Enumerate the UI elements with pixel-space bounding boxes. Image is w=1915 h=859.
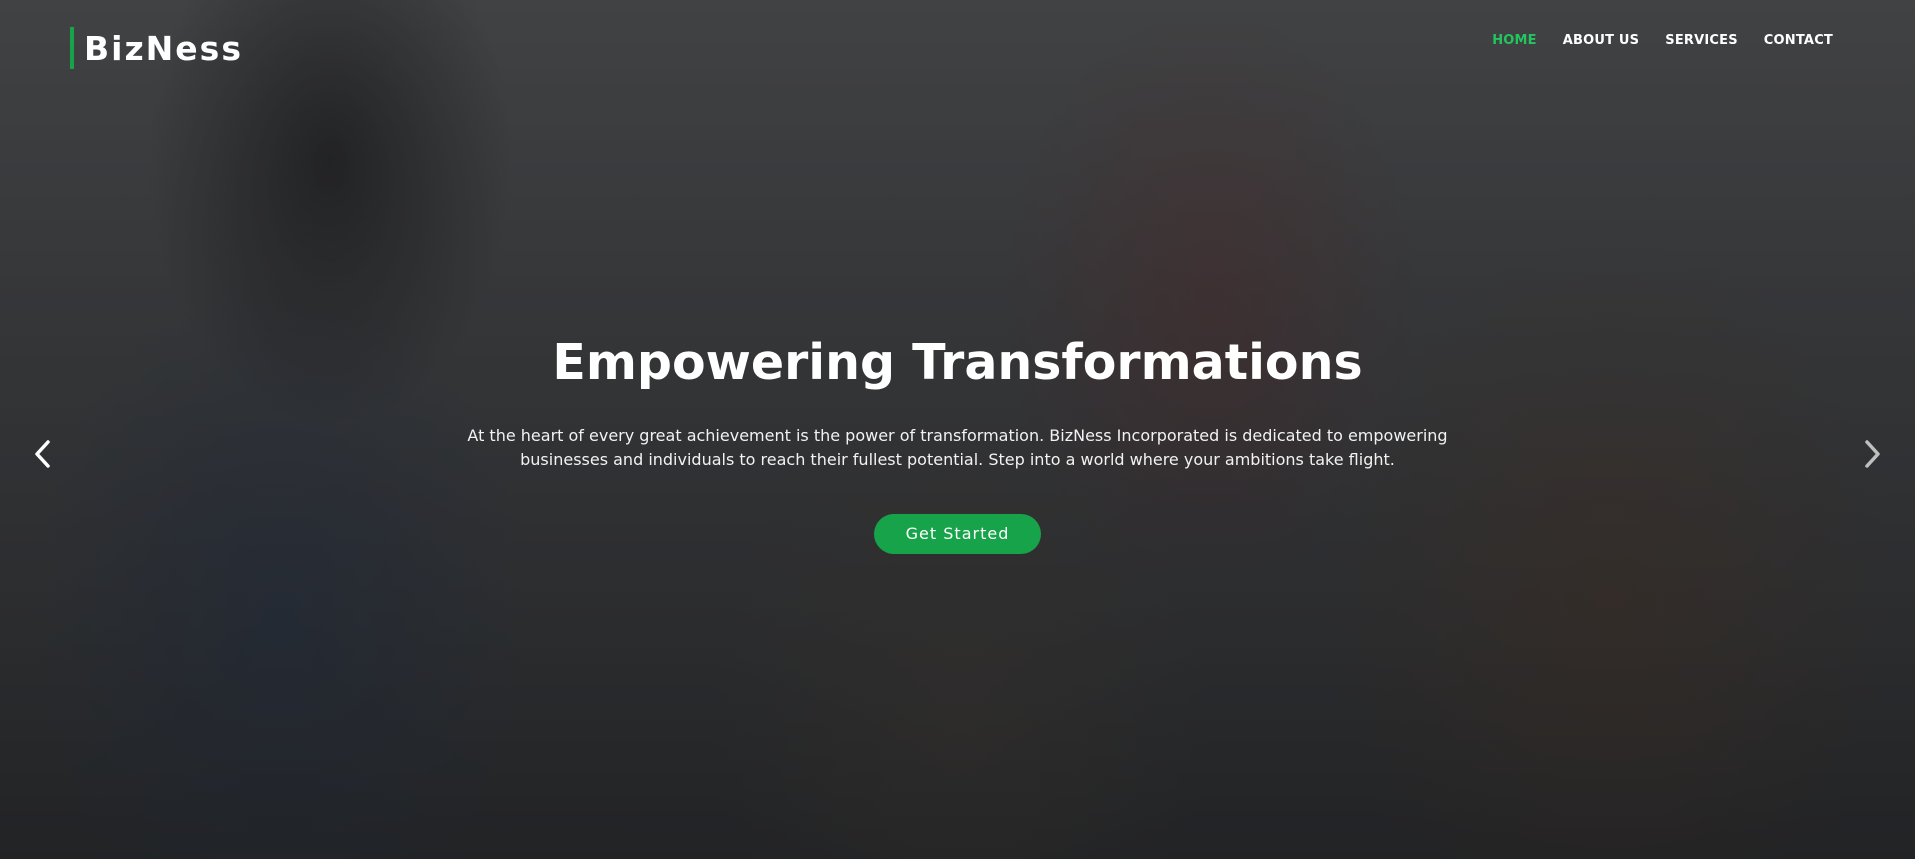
logo-accent-bar (70, 27, 74, 69)
main-nav: HOME ABOUT US SERVICES CONTACT (1492, 33, 1833, 48)
hero-title: Empowering Transformations (552, 334, 1363, 391)
hero-section: BizNess HOME ABOUT US SERVICES CONTACT E… (0, 0, 1915, 859)
hero-description: At the heart of every great achievement … (467, 426, 1448, 469)
nav-item-services[interactable]: SERVICES (1665, 33, 1738, 48)
hero-content: Empowering Transformations At the heart … (0, 332, 1915, 554)
get-started-button[interactable]: Get Started (873, 514, 1042, 554)
brand-logo[interactable]: BizNess (70, 27, 243, 69)
brand-name: BizNess (84, 28, 243, 68)
nav-item-contact[interactable]: CONTACT (1764, 33, 1833, 48)
nav-item-about-us[interactable]: ABOUT US (1563, 33, 1640, 48)
nav-item-home[interactable]: HOME (1492, 33, 1537, 48)
